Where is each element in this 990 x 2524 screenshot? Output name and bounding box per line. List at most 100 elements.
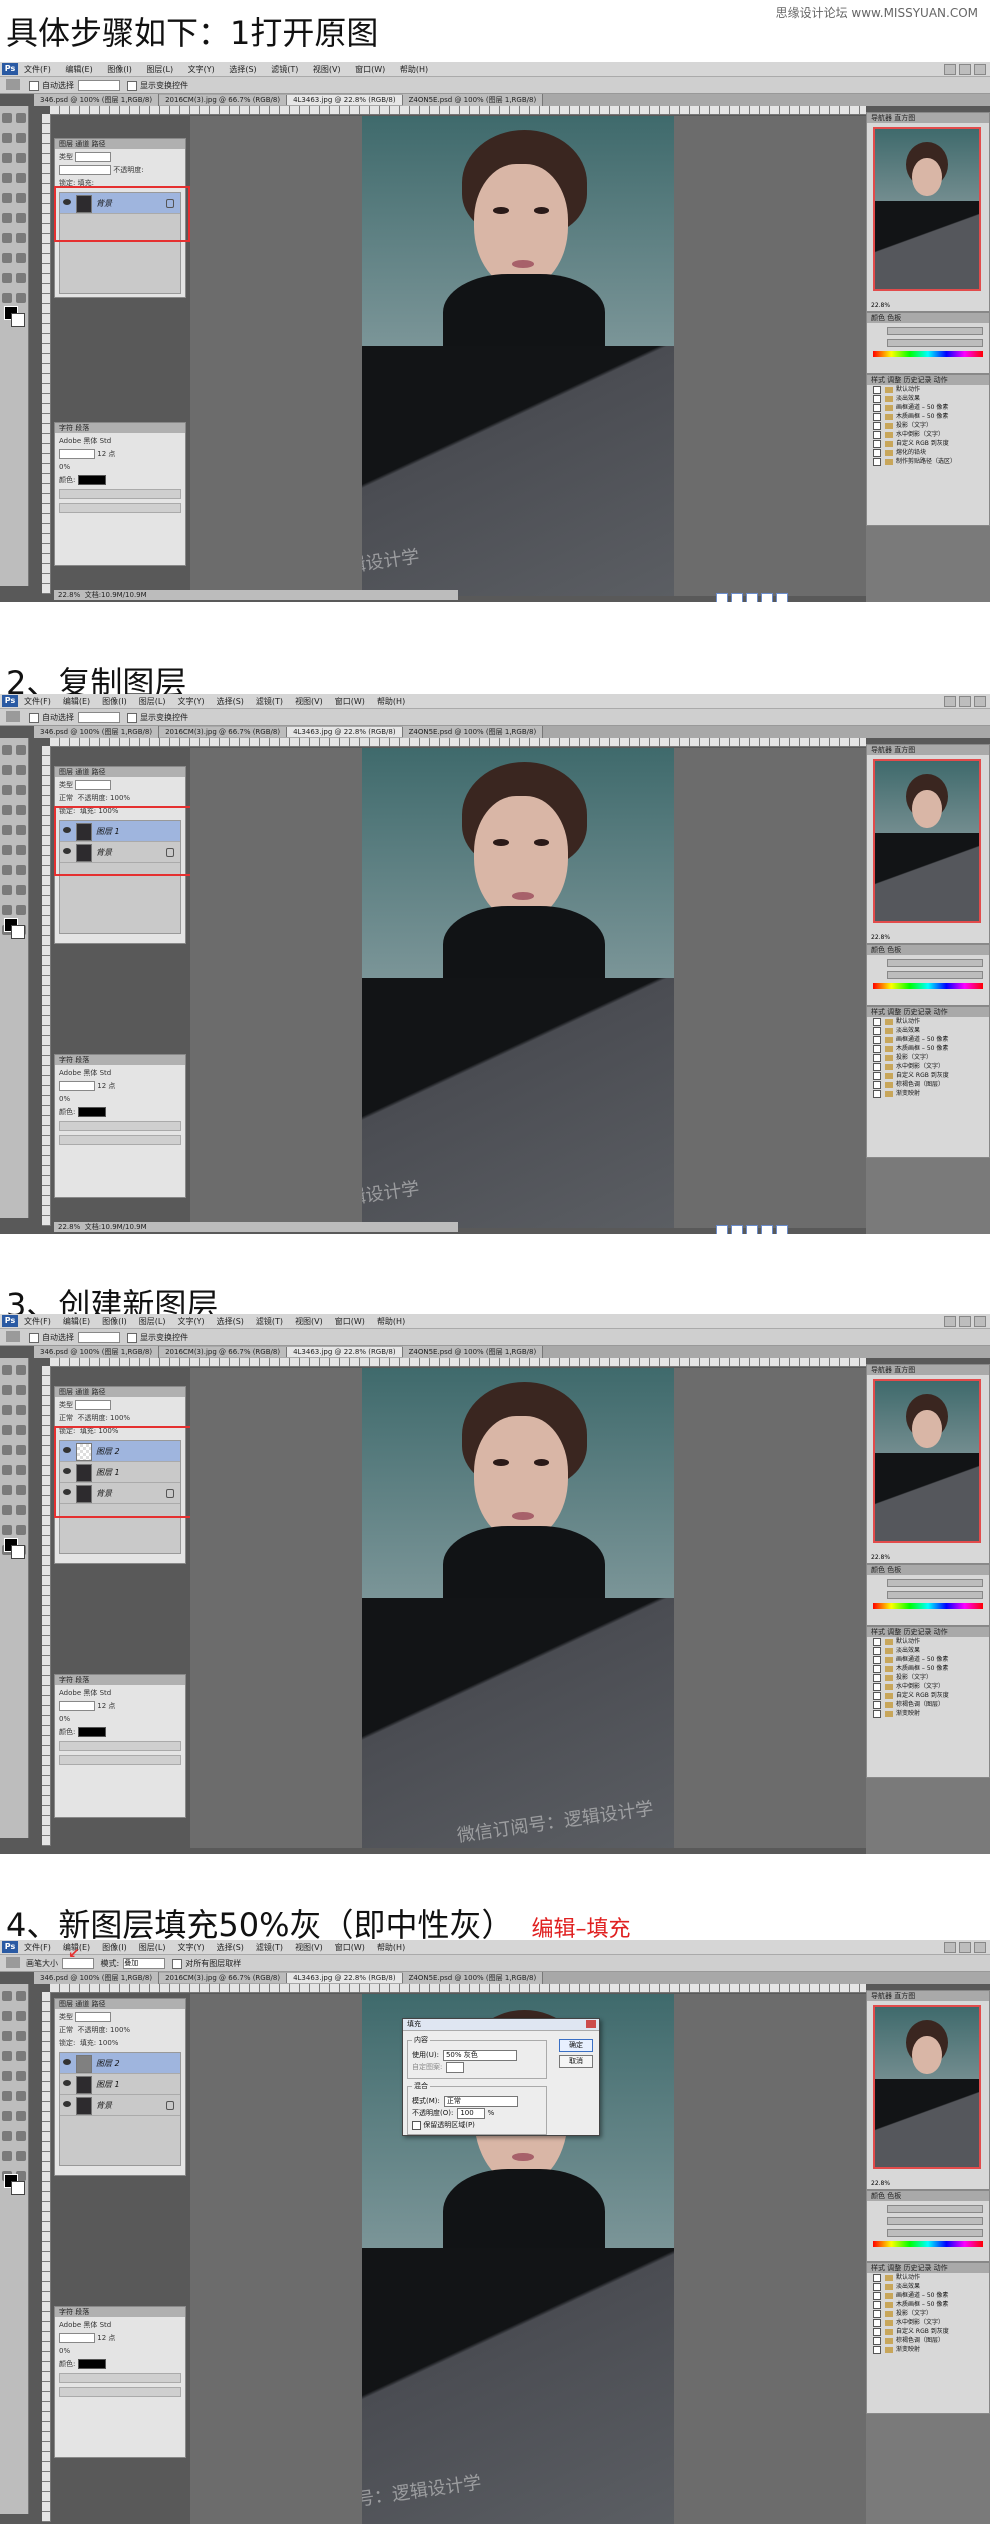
menu-window[interactable]: 窗口(W): [355, 65, 385, 74]
document-canvas[interactable]: 微信订阅号：逻辑设计学: [190, 748, 866, 1228]
doc-tab-4[interactable]: Z4ON5E.psd @ 100% (图层 1,RGB/8): [402, 94, 544, 106]
auto-select-checkbox[interactable]: [29, 1332, 39, 1343]
sample-all-checkbox[interactable]: [172, 1958, 183, 1969]
eye-icon[interactable]: [63, 2080, 71, 2086]
action-item[interactable]: 画框通道 – 50 像素: [867, 403, 989, 412]
menu-help[interactable]: 帮助(H): [377, 1943, 405, 1952]
menu-type[interactable]: 文字(Y): [177, 1317, 204, 1326]
menu-type[interactable]: 文字(Y): [177, 1943, 204, 1952]
actions-tabs[interactable]: 样式 调整 历史记录 动作: [867, 1007, 989, 1017]
menu-filter[interactable]: 滤镜(T): [256, 697, 283, 706]
action-item[interactable]: 淡出效果: [867, 1646, 989, 1655]
menu-window[interactable]: 窗口(W): [335, 697, 365, 706]
doc-tab-2[interactable]: 2016CM(3).jpg @ 66.7% (RGB/8): [159, 1973, 288, 1983]
action-item[interactable]: 投影（文字）: [867, 421, 989, 430]
menu-edit[interactable]: 编辑(E): [63, 697, 90, 706]
use-select[interactable]: 50% 灰色: [442, 2049, 517, 2061]
character-panel-tabs[interactable]: 字符 段落: [55, 1055, 185, 1065]
font-size[interactable]: 12 点: [97, 2334, 115, 2342]
action-item[interactable]: 棕褐色调（图层）: [867, 1080, 989, 1089]
menu-image[interactable]: 图像(I): [102, 1317, 127, 1326]
action-item[interactable]: 水中倒影（文字）: [867, 430, 989, 439]
action-item[interactable]: 自定义 RGB 到灰度: [867, 1071, 989, 1080]
layer-row-background[interactable]: 背景: [60, 2095, 180, 2116]
menu-file[interactable]: 文件(F): [24, 1317, 51, 1326]
navigator-zoom[interactable]: 22.8%: [871, 2180, 890, 2187]
group-select[interactable]: [78, 1332, 120, 1343]
color-spectrum[interactable]: [873, 983, 983, 989]
navigator-thumbnail[interactable]: [873, 2005, 981, 2169]
minimize-button[interactable]: [944, 1316, 956, 1327]
color-tabs[interactable]: 颜色 色板: [867, 313, 989, 323]
char-format-row[interactable]: [59, 489, 181, 499]
action-item[interactable]: 淡出效果: [867, 1026, 989, 1035]
opacity-value[interactable]: 100%: [110, 794, 130, 802]
actions-tabs[interactable]: 样式 调整 历史记录 动作: [867, 1627, 989, 1637]
menu-edit[interactable]: 编辑(E): [63, 1317, 90, 1326]
navigator-tabs[interactable]: 导航器 直方图: [867, 745, 989, 755]
layer-filter-select[interactable]: [75, 152, 112, 162]
action-item[interactable]: 棕褐色调（图层）: [867, 1700, 989, 1709]
tracking-value[interactable]: 0%: [59, 463, 70, 471]
action-item[interactable]: 默认动作: [867, 385, 989, 394]
menu-filter[interactable]: 滤镜(T): [256, 1943, 283, 1952]
action-item[interactable]: 渐变映射: [867, 1089, 989, 1098]
menu-view[interactable]: 视图(V): [313, 65, 341, 74]
character-panel-tabs[interactable]: 字符 段落: [55, 1675, 185, 1685]
taskbar-icons[interactable]: [716, 590, 791, 602]
navigator-thumbnail[interactable]: [873, 759, 981, 923]
font-family[interactable]: Adobe 黑体 Std: [59, 437, 111, 445]
doc-tab-1[interactable]: 346.psd @ 100% (图层 1,RGB/8): [34, 726, 160, 738]
action-item[interactable]: 熔化的铅块: [867, 448, 989, 457]
menu-help[interactable]: 帮助(H): [400, 65, 428, 74]
menu-image[interactable]: 图像(I): [102, 1943, 127, 1952]
char-language-row[interactable]: [59, 1135, 181, 1145]
action-item[interactable]: 投影（文字）: [867, 1053, 989, 1062]
status-zoom[interactable]: 22.8%: [58, 1223, 80, 1231]
menu-window[interactable]: 窗口(W): [335, 1943, 365, 1952]
blend-mode-select[interactable]: [59, 165, 111, 175]
action-item[interactable]: 制作剪贴路径（选区）: [867, 457, 989, 466]
doc-tab-3[interactable]: 4L3463.jpg @ 22.8% (RGB/8): [287, 1347, 403, 1357]
char-format-row[interactable]: [59, 1121, 181, 1131]
action-item[interactable]: 木质画框 – 50 像素: [867, 1044, 989, 1053]
eye-icon[interactable]: [63, 2059, 71, 2065]
action-item[interactable]: 水中倒影（文字）: [867, 1062, 989, 1071]
color-swatches[interactable]: [4, 1538, 25, 1559]
layers-panel-tabs[interactable]: 图层 通道 路径: [55, 139, 185, 149]
brush-mode-select[interactable]: 叠加: [123, 1958, 166, 1969]
menu-filter[interactable]: 滤镜(T): [271, 65, 298, 74]
menu-view[interactable]: 视图(V): [295, 1317, 323, 1326]
doc-tab-4[interactable]: Z4ON5E.psd @ 100% (图层 1,RGB/8): [402, 1972, 544, 1984]
action-item[interactable]: 淡出效果: [867, 394, 989, 403]
doc-tab-1[interactable]: 346.psd @ 100% (图层 1,RGB/8): [34, 1346, 160, 1358]
opacity-value[interactable]: 100%: [110, 1414, 130, 1422]
actions-tabs[interactable]: 样式 调整 历史记录 动作: [867, 2263, 989, 2273]
move-tool-icon[interactable]: [6, 711, 20, 722]
text-color-swatch[interactable]: [77, 475, 106, 485]
char-format-row[interactable]: [59, 2373, 181, 2383]
ok-button[interactable]: 确定: [559, 2039, 593, 2052]
text-color-swatch[interactable]: [77, 1107, 106, 1117]
close-button[interactable]: [974, 1942, 986, 1953]
action-item[interactable]: 自定义 RGB 到灰度: [867, 1691, 989, 1700]
font-family[interactable]: Adobe 黑体 Std: [59, 1689, 111, 1697]
color-spectrum[interactable]: [873, 1603, 983, 1609]
char-language-row[interactable]: [59, 503, 181, 513]
action-item[interactable]: 自定义 RGB 到灰度: [867, 439, 989, 448]
move-tool-icon[interactable]: [6, 1331, 20, 1342]
action-item[interactable]: 画框通道 – 50 像素: [867, 1035, 989, 1044]
show-transform-checkbox[interactable]: [127, 80, 137, 91]
layers-panel-tabs[interactable]: 图层 通道 路径: [55, 767, 185, 777]
close-button[interactable]: [974, 1316, 986, 1327]
show-transform-checkbox[interactable]: [127, 1332, 137, 1343]
preserve-transparency-checkbox[interactable]: [412, 2120, 421, 2130]
font-style-select[interactable]: [59, 449, 95, 459]
menu-filter[interactable]: 滤镜(T): [256, 1317, 283, 1326]
character-panel-tabs[interactable]: 字符 段落: [55, 423, 185, 433]
layer-row-copy[interactable]: 图层 1: [60, 2074, 180, 2095]
action-item[interactable]: 画框通道 – 50 像素: [867, 1655, 989, 1664]
menu-layer[interactable]: 图层(L): [139, 1943, 166, 1952]
doc-tab-4[interactable]: Z4ON5E.psd @ 100% (图层 1,RGB/8): [402, 726, 544, 738]
document-canvas[interactable]: 微信订阅号：逻辑设计学: [190, 116, 866, 596]
